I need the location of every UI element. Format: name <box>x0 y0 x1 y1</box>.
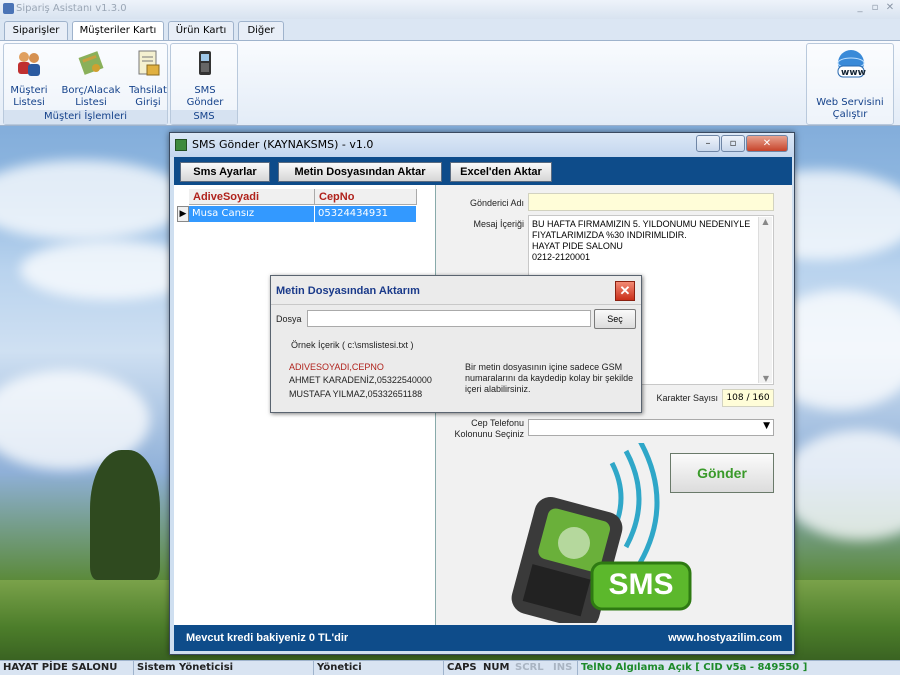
group-label: Müşteri İşlemleri <box>4 110 167 124</box>
sender-input[interactable] <box>528 193 774 211</box>
window-icon <box>175 139 187 151</box>
sample-line-1: AHMET KARADENİZ,05322540000 <box>289 375 432 385</box>
close-icon[interactable]: ✕ <box>615 281 635 301</box>
sms-gonder-button[interactable]: SMS Gönder <box>185 48 225 109</box>
status-role: Yönetici <box>314 661 444 675</box>
file-input[interactable] <box>307 310 591 327</box>
phone-column-label-2: Kolonunu Seçiniz <box>454 429 524 439</box>
web-servisini-label: Web Servisini <box>816 97 884 108</box>
status-scrl: SCRL <box>515 662 544 673</box>
app-title: Sipariş Asistanı v1.3.0 <box>16 3 127 14</box>
app-icon <box>3 3 14 14</box>
sms-window-title: SMS Gönder (KAYNAKSMS) - v1.0 <box>192 138 374 151</box>
import-dialog: Metin Dosyasından Aktarım ✕ Dosya Seç Ör… <box>270 275 642 413</box>
sms-ayarlar-button[interactable]: Sms Ayarlar <box>180 162 270 182</box>
tree <box>90 450 160 580</box>
browse-button[interactable]: Seç <box>594 309 636 329</box>
close-icon[interactable]: ✕ <box>746 135 788 152</box>
btn-label: Gönder <box>186 97 224 108</box>
sample-line-2: MUSTAFA YILMAZ,05332651188 <box>289 389 423 399</box>
hint-text: Bir metin dosyasının içine sadece GSM nu… <box>465 362 634 394</box>
customers-icon <box>18 52 40 76</box>
minimize-icon[interactable]: _ <box>854 2 866 14</box>
chevron-down-icon: ▼ <box>763 421 770 431</box>
excelden-aktar-button[interactable]: Excel'den Aktar <box>450 162 552 182</box>
tahsilat-girisi-button[interactable]: Tahsilat Girişi <box>128 48 168 109</box>
btn-label: Borç/Alacak <box>61 85 121 96</box>
btn-label: Listesi <box>75 97 107 108</box>
website-link[interactable]: www.hostyazilim.com <box>668 625 782 651</box>
phone-column-label-1: Cep Telefonu <box>471 418 524 428</box>
calistir-label: Çalıştır <box>832 109 868 120</box>
status-ins: INS <box>550 661 578 675</box>
status-num: NUM <box>483 662 510 673</box>
phone-icon <box>199 51 211 75</box>
restore-icon[interactable]: ▫ <box>869 2 881 14</box>
btn-label: SMS <box>194 85 216 96</box>
sample-header: ADIVESOYADI,CEPNO <box>289 362 384 372</box>
status-bar: HAYAT PİDE SALONU Sistem Yöneticisi Yöne… <box>0 660 900 675</box>
btn-label: Listesi <box>13 97 45 108</box>
btn-label: Müşteri <box>10 85 48 96</box>
musteri-listesi-button[interactable]: Müşteri Listesi <box>8 48 50 109</box>
status-user: Sistem Yöneticisi <box>134 661 314 675</box>
cell-phone[interactable]: 05324434931 <box>315 206 417 222</box>
app-title-bar: Sipariş Asistanı v1.3.0 _ ▫ ✕ <box>0 0 900 19</box>
www-text: www <box>841 68 866 78</box>
maximize-icon[interactable]: ▫ <box>721 135 745 152</box>
tab-urun-karti[interactable]: Ürün Kartı <box>168 21 234 41</box>
row-indicator: ▶ <box>177 206 189 222</box>
column-header-cepno[interactable]: CepNo <box>315 189 417 205</box>
ribbon-tabs: Siparişler Müşteriler Kartı Ürün Kartı D… <box>0 19 900 42</box>
minimize-icon[interactable]: – <box>696 135 720 152</box>
column-header-adivesoyadi[interactable]: AdiveSoyadi <box>189 189 315 205</box>
tab-diger[interactable]: Diğer <box>238 21 284 41</box>
sample-title: Örnek İçerik ( c:\smslistesi.txt ) <box>291 340 414 350</box>
file-label: Dosya <box>276 314 302 324</box>
status-callerid: TelNo Algılama Açık [ CID v5a - 849550 ] <box>581 662 808 673</box>
tab-siparisler[interactable]: Siparişler <box>4 21 68 41</box>
metin-dosyasindan-aktar-button[interactable]: Metin Dosyasından Aktar <box>278 162 442 182</box>
borc-alacak-listesi-button[interactable]: Borç/Alacak Listesi <box>58 48 124 109</box>
sms-graphic-text: SMS <box>608 568 674 601</box>
cell-name[interactable]: Musa Cansız <box>189 206 315 222</box>
ribbon: Müşteri Listesi Borç/Alacak Listesi Tahs… <box>0 40 900 126</box>
char-count-value: 108 / 160 <box>722 389 774 407</box>
bottom-bar: Mevcut kredi bakiyeniz 0 TL'dir www.host… <box>174 625 792 651</box>
divider <box>271 304 641 305</box>
status-caps: CAPS <box>447 662 477 673</box>
group-musteri-islemleri: Müşteri Listesi Borç/Alacak Listesi Tahs… <box>3 43 168 125</box>
group-sms: SMS Gönder SMS <box>170 43 238 125</box>
status-company: HAYAT PİDE SALONU <box>0 661 134 675</box>
btn-label: Tahsilat <box>129 85 167 96</box>
web-servisini-calistir-button[interactable]: www Web Servisini Çalıştır <box>806 43 894 125</box>
sms-window-titlebar[interactable]: SMS Gönder (KAYNAKSMS) - v1.0 – ▫ ✕ <box>170 133 794 157</box>
message-label: Mesaj İçeriği <box>473 219 524 229</box>
scrollbar[interactable]: ▲ ▼ <box>758 217 772 383</box>
btn-label: Girişi <box>135 97 161 108</box>
sender-label: Gönderici Adı <box>469 198 524 208</box>
credit-text: Mevcut kredi bakiyeniz 0 TL'dir <box>186 632 349 644</box>
dialog-title: Metin Dosyasından Aktarım <box>276 285 420 297</box>
payment-icon <box>138 50 160 76</box>
group-label: SMS <box>171 110 237 124</box>
phone-column-select[interactable]: ▼ <box>528 419 774 436</box>
ledger-icon <box>78 51 104 75</box>
tab-musteriler-karti[interactable]: Müşteriler Kartı <box>72 21 164 42</box>
sms-toolbar: Sms Ayarlar Metin Dosyasından Aktar Exce… <box>174 157 792 185</box>
close-icon[interactable]: ✕ <box>884 2 896 14</box>
